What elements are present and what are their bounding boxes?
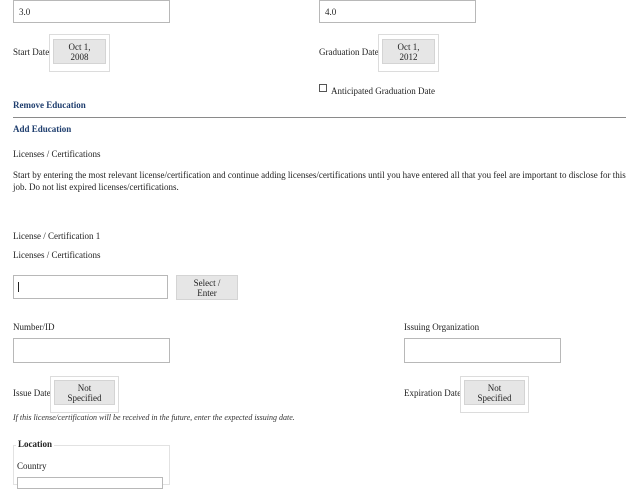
select-enter-button[interactable]: Select / Enter: [176, 275, 238, 300]
license-field-label: Licenses / Certifications: [13, 250, 101, 260]
country-label: Country: [17, 461, 47, 471]
start-date-label: Start Date: [13, 47, 50, 57]
license-item-title: License / Certification 1: [13, 231, 101, 241]
graduation-date-label: Graduation Date: [319, 47, 379, 57]
issuing-organization-label: Issuing Organization: [404, 322, 480, 332]
start-date-button[interactable]: Oct 1, 2008: [53, 39, 106, 64]
gpa-out-of-input[interactable]: [319, 0, 476, 23]
expiration-date-label: Expiration Date: [404, 388, 462, 398]
number-id-input[interactable]: [13, 338, 170, 363]
country-select[interactable]: [17, 477, 163, 489]
text-cursor: [18, 282, 19, 292]
location-legend: Location: [16, 439, 55, 449]
number-id-label: Number/ID: [13, 322, 55, 332]
graduation-date-button[interactable]: Oct 1, 2012: [382, 39, 435, 64]
issue-date-button[interactable]: Not Specified: [54, 380, 115, 405]
section-divider: [13, 117, 626, 118]
anticipated-graduation-label: Anticipated Graduation Date: [331, 86, 435, 96]
expiration-date-button[interactable]: Not Specified: [464, 380, 525, 405]
remove-education-link[interactable]: Remove Education: [13, 100, 86, 110]
issue-date-label: Issue Date: [13, 388, 51, 398]
issuing-organization-input[interactable]: [404, 338, 561, 363]
anticipated-graduation-checkbox[interactable]: [319, 84, 327, 92]
add-education-link[interactable]: Add Education: [13, 124, 71, 134]
licenses-section-title: Licenses / Certifications: [13, 149, 101, 159]
gpa-input[interactable]: [13, 0, 170, 23]
license-name-input[interactable]: [13, 275, 168, 299]
licenses-instructions: Start by entering the most relevant lice…: [13, 170, 626, 192]
future-issue-note: If this license/certification will be re…: [13, 413, 295, 422]
